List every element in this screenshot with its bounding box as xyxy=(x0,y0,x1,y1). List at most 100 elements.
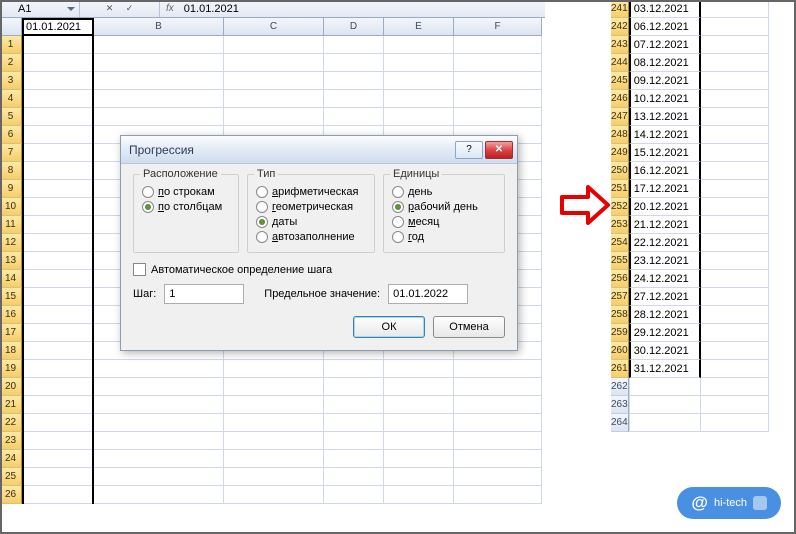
cell[interactable] xyxy=(224,90,324,108)
cell[interactable] xyxy=(94,72,224,90)
cell[interactable] xyxy=(454,90,542,108)
cell[interactable] xyxy=(384,414,454,432)
cell[interactable] xyxy=(701,0,769,18)
cell[interactable]: 07.12.2021 xyxy=(629,36,701,54)
cell[interactable]: 21.12.2021 xyxy=(629,216,701,234)
cell[interactable] xyxy=(384,36,454,54)
cell[interactable] xyxy=(22,432,94,450)
row-header[interactable]: 6 xyxy=(0,126,22,144)
cell[interactable] xyxy=(224,486,324,504)
cell[interactable] xyxy=(454,396,542,414)
cell[interactable] xyxy=(629,414,701,432)
row-header[interactable]: 241 xyxy=(611,0,629,18)
cell[interactable]: 13.12.2021 xyxy=(629,108,701,126)
cell[interactable] xyxy=(94,54,224,72)
cell[interactable] xyxy=(454,72,542,90)
row-header[interactable]: 256 xyxy=(611,270,629,288)
cell[interactable] xyxy=(94,36,224,54)
cell[interactable] xyxy=(22,216,94,234)
row-header[interactable]: 243 xyxy=(611,36,629,54)
cell[interactable] xyxy=(701,216,769,234)
cancel-button[interactable]: Отмена xyxy=(433,316,505,338)
col-header-D[interactable]: D xyxy=(324,18,384,36)
cell[interactable] xyxy=(384,378,454,396)
row-header[interactable]: 5 xyxy=(0,108,22,126)
cell[interactable] xyxy=(701,198,769,216)
cell[interactable] xyxy=(22,36,94,54)
row-header[interactable]: 20 xyxy=(0,378,22,396)
cell[interactable] xyxy=(701,306,769,324)
cell[interactable] xyxy=(701,234,769,252)
fx-icon[interactable]: fx xyxy=(166,3,174,14)
cell[interactable] xyxy=(224,72,324,90)
row-header[interactable]: 1 xyxy=(0,36,22,54)
cell[interactable] xyxy=(22,252,94,270)
cell[interactable]: 20.12.2021 xyxy=(629,198,701,216)
cell[interactable]: 30.12.2021 xyxy=(629,342,701,360)
cell[interactable] xyxy=(384,486,454,504)
cell[interactable]: 10.12.2021 xyxy=(629,90,701,108)
cell[interactable] xyxy=(629,378,701,396)
row-header[interactable]: 9 xyxy=(0,180,22,198)
location-option-1[interactable]: по столбцам xyxy=(142,201,230,213)
cell[interactable] xyxy=(454,486,542,504)
cell[interactable] xyxy=(224,432,324,450)
row-header[interactable]: 17 xyxy=(0,324,22,342)
cell[interactable] xyxy=(701,360,769,378)
cell[interactable] xyxy=(454,108,542,126)
cell[interactable] xyxy=(224,378,324,396)
auto-step-checkbox-row[interactable]: Автоматическое определение шага xyxy=(133,263,505,276)
cell[interactable] xyxy=(22,324,94,342)
cell[interactable] xyxy=(454,360,542,378)
row-header[interactable]: 24 xyxy=(0,450,22,468)
cell[interactable] xyxy=(22,378,94,396)
row-header[interactable]: 251 xyxy=(611,180,629,198)
cell[interactable]: 15.12.2021 xyxy=(629,144,701,162)
select-all-corner[interactable] xyxy=(0,18,22,36)
cell[interactable] xyxy=(94,414,224,432)
cell[interactable] xyxy=(324,414,384,432)
cell[interactable] xyxy=(94,486,224,504)
row-header[interactable]: 2 xyxy=(0,54,22,72)
cell[interactable] xyxy=(701,126,769,144)
units-option-2[interactable]: месяц xyxy=(392,216,496,228)
cell[interactable]: 03.12.2021 xyxy=(629,0,701,18)
row-header[interactable]: 19 xyxy=(0,360,22,378)
row-header[interactable]: 252 xyxy=(611,198,629,216)
cell[interactable] xyxy=(629,396,701,414)
cell[interactable] xyxy=(94,90,224,108)
cell[interactable] xyxy=(224,450,324,468)
row-header[interactable]: 21 xyxy=(0,396,22,414)
cell[interactable] xyxy=(701,288,769,306)
cell[interactable] xyxy=(324,360,384,378)
row-header[interactable]: 262 xyxy=(611,378,629,396)
auto-step-checkbox[interactable] xyxy=(133,263,146,276)
row-header[interactable]: 248 xyxy=(611,126,629,144)
cell[interactable]: 06.12.2021 xyxy=(629,18,701,36)
col-header-F[interactable]: F xyxy=(454,18,542,36)
cell[interactable] xyxy=(22,306,94,324)
cell[interactable]: 24.12.2021 xyxy=(629,270,701,288)
cell[interactable] xyxy=(454,432,542,450)
cell[interactable] xyxy=(454,378,542,396)
cancel-icon[interactable]: ✕ xyxy=(103,2,117,16)
cell[interactable] xyxy=(701,108,769,126)
row-header[interactable]: 255 xyxy=(611,252,629,270)
cell[interactable] xyxy=(22,162,94,180)
cell[interactable] xyxy=(701,18,769,36)
col-header-B[interactable]: B xyxy=(94,18,224,36)
type-option-2[interactable]: даты xyxy=(256,216,366,228)
row-header[interactable]: 242 xyxy=(611,18,629,36)
cell[interactable]: 23.12.2021 xyxy=(629,252,701,270)
cell[interactable] xyxy=(701,342,769,360)
cell[interactable] xyxy=(22,468,94,486)
cell[interactable] xyxy=(224,468,324,486)
row-header[interactable]: 3 xyxy=(0,72,22,90)
row-header[interactable]: 13 xyxy=(0,252,22,270)
cell[interactable] xyxy=(701,162,769,180)
cell[interactable] xyxy=(22,144,94,162)
cell[interactable] xyxy=(324,450,384,468)
help-button[interactable]: ? xyxy=(455,141,483,159)
row-header[interactable]: 247 xyxy=(611,108,629,126)
cell[interactable] xyxy=(384,432,454,450)
